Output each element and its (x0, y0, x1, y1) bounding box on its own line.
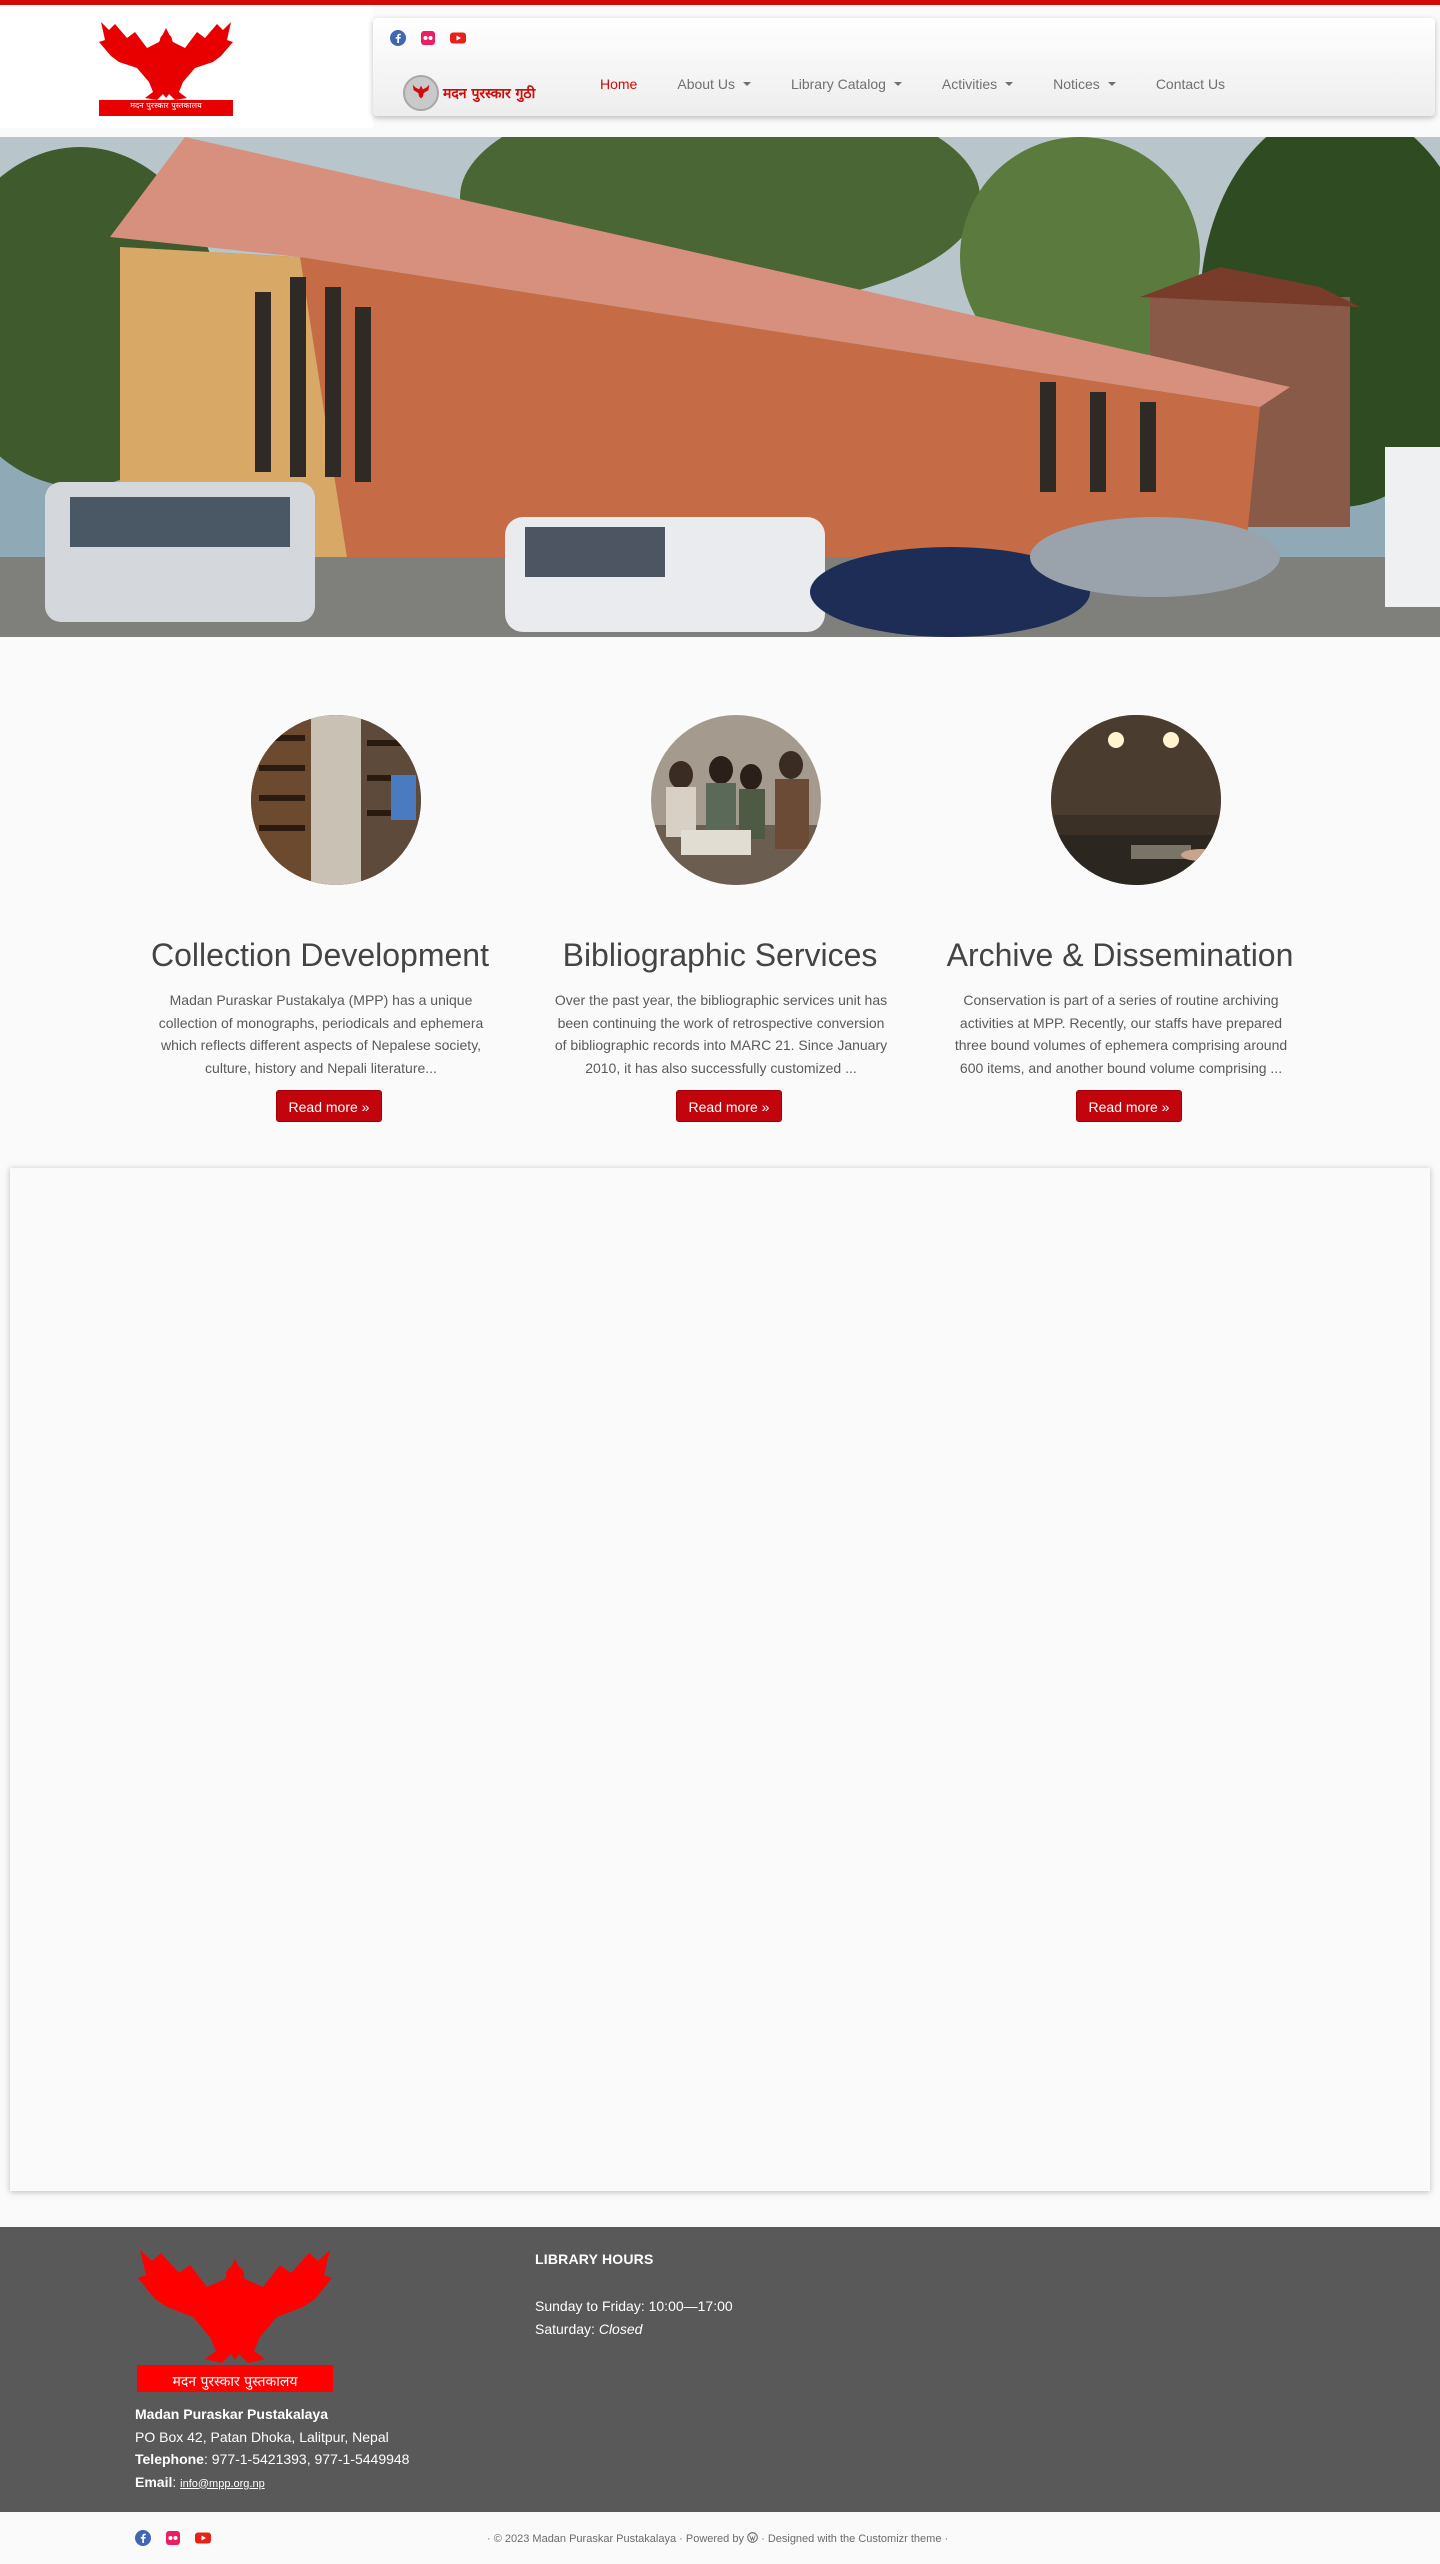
people-at-table-image (651, 715, 821, 885)
wordpress-icon[interactable] (747, 2532, 758, 2543)
header-logo-area: मदन पुरस्कार पुस्तकालय (0, 5, 373, 128)
email-label: Email (135, 2473, 173, 2490)
nav-brand-logo[interactable]: मदन पुरस्कार गुठी (403, 73, 543, 113)
caret-down-icon (1107, 82, 1116, 86)
nav-item-about-us[interactable]: About Us (657, 74, 771, 94)
facebook-icon[interactable] (390, 30, 406, 46)
org-address: PO Box 42, Patan Dhoka, Lalitpur, Nepal (135, 2428, 389, 2445)
library-building-image (0, 137, 1440, 637)
feature-title: Bibliographic Services (562, 937, 878, 973)
nav-item-activities[interactable]: Activities (922, 74, 1033, 94)
library-hours: Sunday to Friday: 10:00—17:00 Saturday: … (535, 2295, 733, 2340)
footer-social-links (135, 2530, 211, 2546)
feature-thumbnail[interactable] (651, 715, 821, 885)
feature-title: Collection Development (151, 937, 489, 973)
copyright-credits: · © 2023 Madan Puraskar Pustakalaya · Po… (487, 2532, 948, 2545)
library-hours-title: LIBRARY HOURS (535, 2251, 654, 2267)
nav-label: Home (600, 76, 638, 92)
feature-excerpt: Over the past year, the bibliographic se… (554, 992, 888, 1076)
site-footer: मदन पुरस्कार पुस्तकालय Madan Puraskar Pu… (0, 2227, 1440, 2512)
main-navbar: मदन पुरस्कार गुठी Home About Us Library … (373, 18, 1435, 116)
email-separator: : (172, 2473, 181, 2490)
nav-menu: Home About Us Library Catalog Activities… (580, 74, 1245, 94)
nav-item-notices[interactable]: Notices (1033, 74, 1136, 94)
feature-thumbnail[interactable] (1051, 715, 1221, 885)
caret-down-icon (893, 82, 902, 86)
telephone-value: : 977-1-5421393, 977-1-5449948 (203, 2451, 410, 2467)
read-more-button[interactable]: Read more » (276, 1090, 382, 1122)
brand-emblem-icon (403, 75, 439, 111)
feature-excerpt: Conservation is part of a series of rout… (954, 992, 1288, 1076)
footer-contact: Madan Puraskar Pustakalaya PO Box 42, Pa… (135, 2403, 409, 2495)
nav-label: Library Catalog (790, 76, 886, 92)
nav-label: Notices (1053, 76, 1100, 92)
feature-excerpt: Madan Puraskar Pustakalya (MPP) has a un… (158, 992, 484, 1076)
footer-bottom-bar: · © 2023 Madan Puraskar Pustakalaya · Po… (0, 2512, 1440, 2564)
email-link[interactable]: info@mpp.org.np (180, 2478, 265, 2490)
nav-label: Activities (941, 76, 998, 92)
nav-item-home[interactable]: Home (580, 74, 657, 94)
read-more-button[interactable]: Read more » (1076, 1090, 1182, 1122)
logo-caption: मदन पुरस्कार पुस्तकालय (130, 101, 202, 110)
telephone-label: Telephone (135, 2451, 204, 2467)
nav-item-library-catalog[interactable]: Library Catalog (771, 74, 922, 94)
org-name: Madan Puraskar Pustakalaya (135, 2406, 328, 2422)
youtube-icon[interactable] (195, 2530, 211, 2546)
archive-room-image (1051, 715, 1221, 885)
youtube-icon[interactable] (450, 30, 466, 46)
credits-right: · Designed with the Customizr theme · (761, 2533, 949, 2545)
nav-item-contact-us[interactable]: Contact Us (1136, 74, 1245, 94)
read-more-button[interactable]: Read more » (676, 1090, 782, 1122)
hours-weekday: Sunday to Friday: 10:00—17:00 (535, 2298, 733, 2314)
header-social-links (390, 30, 466, 46)
main-content-area (10, 1168, 1430, 2191)
bookshelves-image (251, 715, 421, 885)
feature-title: Archive & Dissemination (946, 937, 1294, 973)
nav-label: Contact Us (1155, 76, 1226, 92)
nav-label: About Us (677, 76, 735, 92)
brand-text: मदन पुरस्कार गुठी (443, 85, 536, 102)
hours-saturday-label: Saturday: (535, 2320, 599, 2337)
hours-saturday-value: Closed (598, 2320, 643, 2337)
facebook-icon[interactable] (135, 2530, 151, 2546)
footer-logo-caption: मदन पुरस्कार पुस्तकालय (172, 2374, 298, 2390)
hero-slider-image[interactable] (0, 137, 1440, 637)
caret-down-icon (1005, 82, 1014, 86)
flickr-icon[interactable] (420, 30, 436, 46)
caret-down-icon (742, 82, 751, 86)
credits-left: · © 2023 Madan Puraskar Pustakalaya · Po… (487, 2533, 744, 2545)
flickr-icon[interactable] (165, 2530, 181, 2546)
feature-thumbnail[interactable] (251, 715, 421, 885)
